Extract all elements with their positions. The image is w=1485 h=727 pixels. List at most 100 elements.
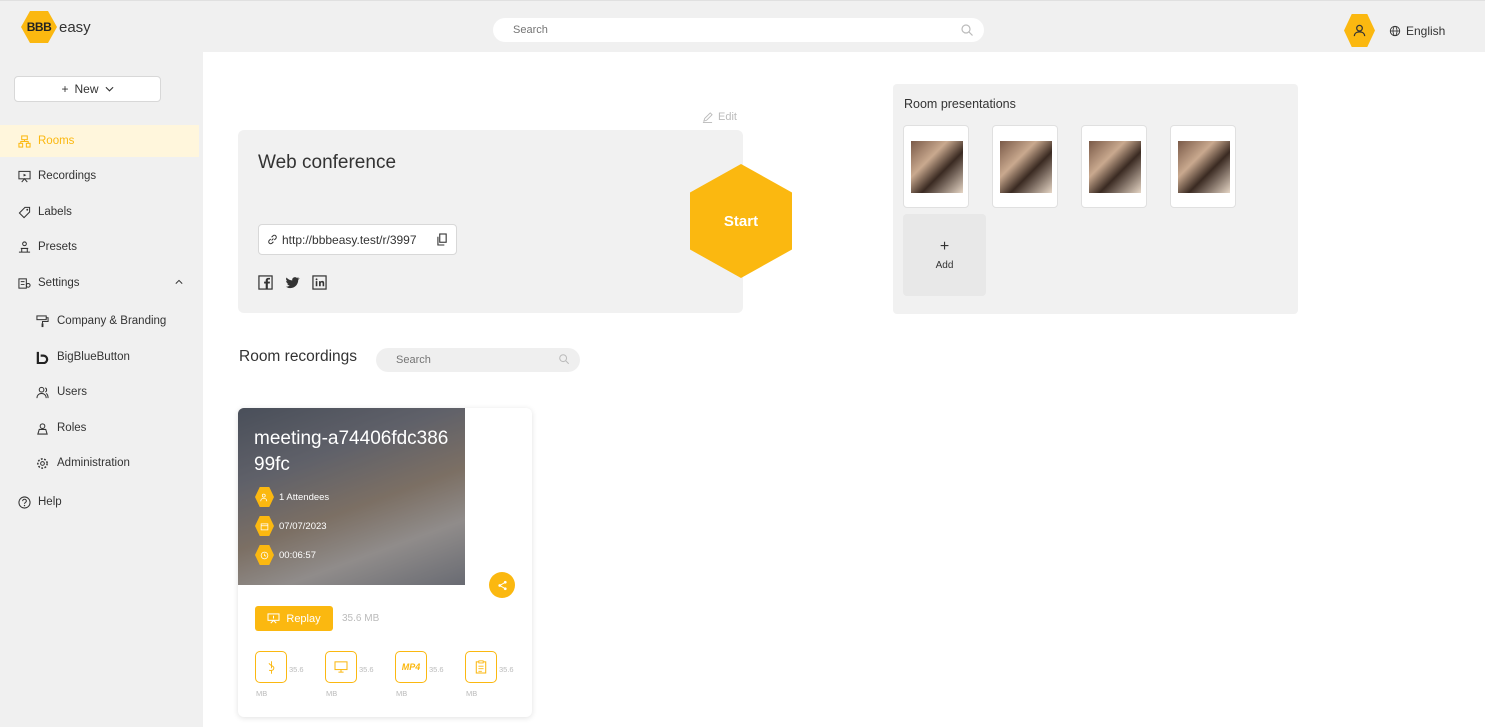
recordings-search [376, 348, 580, 372]
plus-icon: + [61, 82, 69, 96]
audio-icon [255, 651, 287, 683]
recording-thumbnail: meeting-a74406fdc38699fc 1 Attendees 07/… [238, 408, 465, 585]
sidebar-item-labels[interactable]: Labels [0, 196, 199, 228]
twitter-icon[interactable] [285, 275, 300, 290]
clock-icon [255, 545, 274, 565]
replay-label: Replay [286, 612, 321, 625]
calendar-icon [255, 516, 274, 536]
room-recordings-title: Room recordings [239, 348, 358, 365]
attendees-meta: 1 Attendees [255, 487, 329, 507]
sidebar-item-label: Users [57, 386, 88, 398]
recording-name: meeting-a74406fdc38699fc [254, 428, 449, 475]
room-link-box[interactable]: http://bbbeasy.test/r/3997 [258, 224, 457, 255]
room-card: Web conference http://bbbeasy.test/r/399… [238, 130, 743, 313]
format-unit: MB [256, 689, 268, 698]
plus-icon: + [939, 237, 950, 255]
sidebar-item-roles[interactable]: Roles [0, 412, 199, 444]
presentation-thumbnail[interactable] [903, 125, 969, 208]
room-title: Web conference [258, 152, 397, 173]
add-presentation-button[interactable]: + Add [903, 214, 986, 296]
sidebar-item-label: Rooms [38, 135, 75, 147]
new-button-label: New [74, 82, 99, 96]
sidebar-item-label: Roles [57, 422, 87, 434]
screen-icon [325, 651, 357, 683]
social-share [258, 275, 327, 290]
sidebar-item-label: BigBlueButton [57, 351, 130, 363]
search-icon[interactable] [960, 23, 974, 37]
sidebar: + New Rooms Recordings Labels Presets Se… [0, 52, 203, 727]
users-icon [35, 385, 49, 399]
replay-size: 35.6 MB [342, 613, 380, 624]
sidebar-item-bigbluebutton[interactable]: BigBlueButton [0, 341, 199, 373]
format-unit: MB [466, 689, 478, 698]
sidebar-item-administration[interactable]: Administration [0, 447, 199, 479]
app-logo[interactable]: BBB easy [21, 11, 91, 43]
format-size: 35.6 [289, 665, 304, 674]
sidebar-item-company-branding[interactable]: Company & Branding [0, 305, 199, 337]
sidebar-item-label: Settings [38, 277, 80, 289]
recording-duration: 00:06:57 [279, 549, 316, 561]
search-icon[interactable] [558, 353, 570, 365]
copy-icon[interactable] [437, 233, 448, 246]
language-label: English [1406, 24, 1446, 38]
sidebar-item-presets[interactable]: Presets [0, 231, 199, 263]
presentations-title: Room presentations [904, 97, 1016, 111]
attendees-count: 1 Attendees [279, 491, 330, 503]
attendees-icon [255, 487, 274, 507]
user-icon [1353, 24, 1366, 37]
replay-button[interactable]: Replay [255, 606, 333, 631]
format-notes[interactable]: 35.6 MB [465, 651, 514, 698]
sidebar-item-users[interactable]: Users [0, 376, 199, 408]
presets-icon [17, 240, 31, 254]
paint-roller-icon [35, 314, 49, 328]
logo-text: easy [59, 18, 91, 36]
sidebar-item-settings[interactable]: Settings [0, 267, 199, 299]
link-icon [268, 234, 277, 245]
presentation-thumbnail[interactable] [1170, 125, 1236, 208]
format-audio[interactable]: 35.6 MB [255, 651, 304, 698]
presentation-screen-icon [267, 613, 280, 624]
settings-icon [17, 276, 31, 290]
help-icon [17, 495, 31, 509]
global-search-input[interactable] [513, 18, 953, 42]
notes-icon [465, 651, 497, 683]
format-size: 35.6 [359, 665, 374, 674]
user-avatar[interactable] [1344, 14, 1375, 47]
sidebar-item-recordings[interactable]: Recordings [0, 160, 199, 192]
top-header: BBB easy English [0, 0, 1485, 52]
edit-room-link[interactable]: Edit [702, 111, 737, 123]
format-mp4[interactable]: MP4 35.6 MB [395, 651, 444, 698]
sidebar-item-label: Labels [38, 206, 72, 218]
recordings-search-input[interactable] [396, 348, 556, 372]
roles-icon [35, 421, 49, 435]
edit-label: Edit [718, 111, 737, 123]
presentation-image [1000, 141, 1052, 193]
recording-date: 07/07/2023 [279, 520, 327, 532]
format-screen[interactable]: 35.6 MB [325, 651, 374, 698]
format-unit: MB [396, 689, 408, 698]
chevron-up-icon [175, 279, 183, 284]
sidebar-item-label: Recordings [38, 170, 97, 182]
presentation-thumbnail[interactable] [1081, 125, 1147, 208]
room-presentations-panel: Room presentations + Add [893, 84, 1298, 314]
share-button[interactable] [489, 572, 515, 598]
pencil-icon [702, 111, 713, 123]
presentation-thumbnail[interactable] [992, 125, 1058, 208]
chevron-down-icon [105, 86, 113, 92]
format-size: 35.6 [429, 665, 444, 674]
label-icon [17, 205, 31, 219]
recordings-icon [17, 169, 31, 183]
main-content: Edit Web conference http://bbbeasy.test/… [203, 52, 1485, 727]
duration-meta: 00:06:57 [255, 545, 316, 565]
global-search [493, 18, 984, 42]
language-selector[interactable]: English [1389, 24, 1445, 38]
sidebar-item-label: Administration [57, 457, 130, 469]
facebook-icon[interactable] [258, 275, 273, 290]
sidebar-item-label: Company & Branding [57, 315, 167, 327]
share-icon [497, 580, 507, 590]
linkedin-icon[interactable] [312, 275, 327, 290]
presentation-image [1178, 141, 1230, 193]
sidebar-item-rooms[interactable]: Rooms [0, 125, 199, 157]
new-button[interactable]: + New [14, 76, 161, 102]
sidebar-item-help[interactable]: Help [0, 486, 199, 518]
